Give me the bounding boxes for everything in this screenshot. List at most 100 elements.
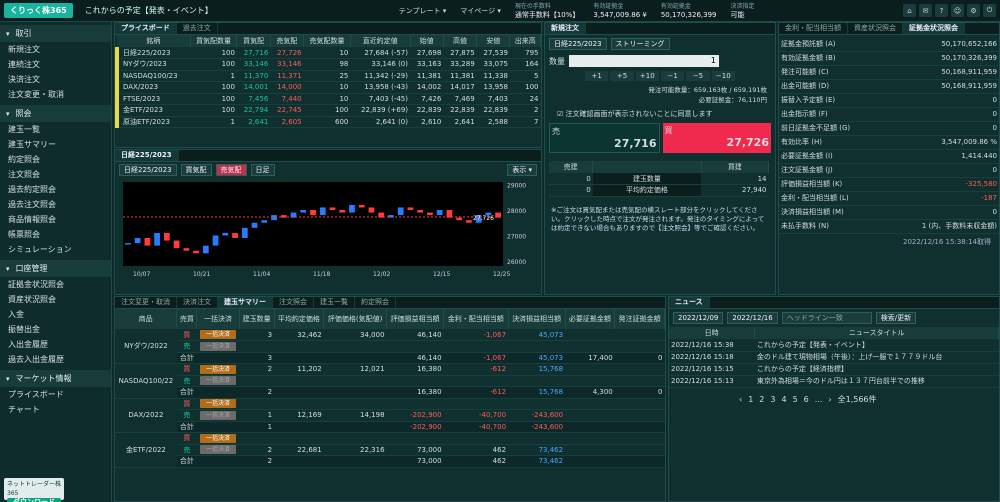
table-row[interactable]: NYダウ/2023 100 33,146 33,146 98 33,146 (0) 33,1…: [114, 58, 541, 71]
sidebar-item[interactable]: 入出金履歴: [0, 337, 111, 352]
sidebar-section[interactable]: 照会: [0, 105, 111, 122]
chart-buy-toggle[interactable]: 買気配: [180, 164, 212, 176]
sidebar-item[interactable]: シミュレーション: [0, 242, 111, 257]
gear-icon[interactable]: ⚙: [967, 4, 980, 17]
sidebar-item[interactable]: 建玉一覧: [0, 122, 111, 137]
candlestick-chart[interactable]: 29000 28000 27000 26000 10/07 10/21 11/04 11/18…: [115, 178, 543, 292]
news-search-button[interactable]: 検索/更新: [875, 312, 917, 324]
column-header[interactable]: 買気配数量: [190, 35, 238, 47]
page-link[interactable]: 3: [770, 395, 775, 404]
column-header[interactable]: 直近約定値: [350, 35, 411, 47]
download-banner[interactable]: ネットトレーダー株365 ダウンロード: [4, 478, 64, 502]
bulk-settle-button[interactable]: 一括決済: [200, 445, 237, 455]
news-cell[interactable]: 2022/12/16 15:15: [669, 363, 755, 376]
news-row[interactable]: 2022/12/16 15:18 金のドル建て現物相場（午後）：上げ一服で１７７９…: [669, 351, 999, 364]
sidebar-item[interactable]: 資産状況照会: [0, 292, 111, 307]
board-cell[interactable]: 22,745: [270, 104, 304, 117]
order-symbol-select[interactable]: 日経225/2023: [549, 38, 607, 50]
bulk-settle-button[interactable]: 一括決済: [200, 399, 237, 409]
qty-step-button[interactable]: −1: [660, 71, 685, 81]
help-icon[interactable]: ?: [935, 4, 948, 17]
mail-icon[interactable]: ✉: [919, 4, 932, 17]
sidebar-item[interactable]: 入金: [0, 307, 111, 322]
user-icon[interactable]: ☺: [951, 4, 964, 17]
board-cell[interactable]: 2,641: [236, 116, 271, 128]
board-cell[interactable]: 2,605: [270, 116, 304, 128]
tab-summary[interactable]: 注文変更・取消: [115, 297, 177, 308]
page-link[interactable]: 2: [759, 395, 764, 404]
sidebar-item[interactable]: 過去約定照会: [0, 182, 111, 197]
sidebar-section[interactable]: マーケット情報: [0, 370, 111, 387]
table-row[interactable]: 原油ETF/2023 1 2,641 2,605 600 2,641 (0) 2,610 2,…: [114, 116, 541, 128]
bulk-settle-button[interactable]: 一括決済: [200, 341, 237, 351]
column-header[interactable]: 高値: [443, 35, 478, 47]
board-cell[interactable]: 7,456: [236, 93, 271, 105]
news-cell[interactable]: 2022/12/16 15:18: [669, 351, 755, 364]
news-row[interactable]: 2022/12/16 15:38 これからの予定【発表・イベント】: [669, 339, 999, 352]
tab-board[interactable]: 過去注文: [177, 23, 218, 34]
summary-cell[interactable]: 一括決済: [196, 444, 240, 456]
column-header[interactable]: 買気配: [236, 35, 271, 47]
qty-step-button[interactable]: +1: [585, 71, 609, 81]
board-cell[interactable]: 7,440: [270, 93, 304, 105]
board-cell[interactable]: 22,794: [236, 104, 271, 117]
bulk-settle-button[interactable]: 一括決済: [200, 433, 237, 443]
sidebar-item[interactable]: 注文変更・取消: [0, 87, 111, 102]
board-cell[interactable]: 11,370: [236, 70, 271, 82]
board-cell[interactable]: 14,000: [270, 81, 304, 94]
summary-cell[interactable]: 一括決済: [196, 363, 240, 376]
qty-step-button[interactable]: −10: [711, 71, 735, 81]
table-row[interactable]: FTSE/2023 100 7,456 7,440 10 7,403 (-45) 7,426…: [114, 93, 541, 105]
board-cell[interactable]: 11,371: [270, 70, 304, 82]
page-link[interactable]: 6: [804, 395, 809, 404]
page-link[interactable]: ...: [815, 395, 823, 404]
sidebar-item[interactable]: 帳票照会: [0, 227, 111, 242]
sidebar-section[interactable]: 口座管理: [0, 260, 111, 277]
summary-cell[interactable]: 一括決済: [196, 398, 240, 410]
sidebar-item[interactable]: 証拠金状況照会: [0, 277, 111, 292]
next-page-icon[interactable]: ›: [828, 395, 831, 404]
table-row[interactable]: DAX/2023 100 14,001 14,000 10 13,958 (-43) 14,…: [114, 81, 541, 94]
table-row[interactable]: 日経225/2023 100 27,716 27,726 10 27,684 (-57) 2…: [114, 47, 541, 59]
page-link[interactable]: 1: [748, 395, 753, 404]
chart-display-menu[interactable]: 表示 ▾: [507, 164, 537, 176]
news-cell[interactable]: これからの予定【発表・イベント】: [754, 339, 999, 352]
chart-period-select[interactable]: 日足: [250, 164, 275, 176]
tab-new-order[interactable]: 新規注文: [545, 23, 586, 34]
board-cell[interactable]: 27,716: [236, 47, 271, 59]
prev-page-icon[interactable]: ‹: [739, 395, 742, 404]
summary-cell[interactable]: 一括決済: [196, 340, 240, 353]
qty-step-button[interactable]: −5: [686, 71, 710, 81]
bulk-settle-button[interactable]: 一括決済: [200, 410, 237, 420]
news-from-date[interactable]: 2022/12/09: [673, 312, 724, 324]
tab-summary[interactable]: 注文照会: [273, 297, 314, 308]
sidebar-item[interactable]: 約定照会: [0, 152, 111, 167]
mypage-menu[interactable]: マイページ ▾: [460, 6, 501, 16]
order-mode-select[interactable]: ストリーミング: [610, 38, 670, 50]
tab-news[interactable]: ニュース: [669, 297, 710, 308]
board-cell[interactable]: 14,001: [236, 81, 271, 94]
download-button[interactable]: ダウンロード: [7, 498, 61, 502]
home-icon[interactable]: ⌂: [903, 4, 916, 17]
board-cell[interactable]: 33,146: [236, 58, 271, 71]
board-cell[interactable]: 27,726: [270, 47, 304, 59]
sidebar-item[interactable]: 過去入出金履歴: [0, 352, 111, 367]
sidebar-section[interactable]: 取引: [0, 25, 111, 42]
news-cell[interactable]: これからの予定【経済指標】: [754, 363, 999, 376]
summary-cell[interactable]: 一括決済: [196, 409, 240, 422]
news-cell[interactable]: 金のドル建て現物相場（午後）：上げ一服で１７７９ドル台: [754, 351, 999, 364]
column-header[interactable]: 銘柄: [117, 35, 191, 47]
sidebar-item[interactable]: 建玉サマリー: [0, 137, 111, 152]
sidebar-item[interactable]: プライスボード: [0, 387, 111, 402]
tab-margin[interactable]: 資産状況照会: [848, 23, 903, 34]
chart-symbol-select[interactable]: 日経225/2023: [119, 164, 177, 176]
sidebar-item[interactable]: 過去注文照会: [0, 197, 111, 212]
news-cell[interactable]: 東京外為相場＝今のドル円は１３７円台前半での推移: [754, 375, 999, 388]
bulk-settle-button[interactable]: 一括決済: [200, 364, 237, 374]
tab-summary[interactable]: 建玉サマリー: [218, 297, 273, 308]
sidebar-item[interactable]: 振替出金: [0, 322, 111, 337]
page-link[interactable]: 4: [781, 395, 786, 404]
tab-summary[interactable]: 建玉一覧: [314, 297, 355, 308]
sidebar-item[interactable]: 商品情報照会: [0, 212, 111, 227]
news-row[interactable]: 2022/12/16 15:15 これからの予定【経済指標】: [669, 363, 999, 376]
